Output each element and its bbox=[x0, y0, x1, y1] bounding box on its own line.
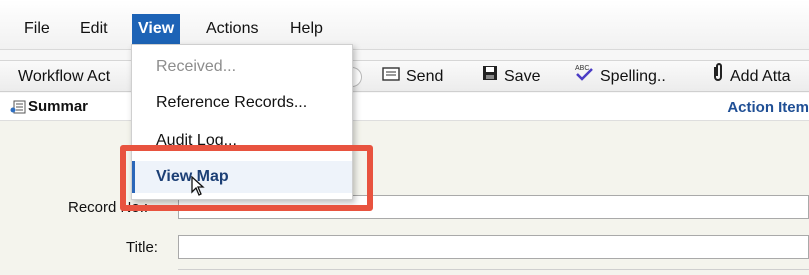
title-label: Title: bbox=[126, 239, 158, 256]
svg-text:ABC: ABC bbox=[575, 65, 589, 72]
menu-file[interactable]: File bbox=[18, 14, 56, 44]
add-attachment-label: Add Atta bbox=[730, 68, 791, 86]
save-icon bbox=[482, 61, 498, 93]
summary-header: Summar Action Item bbox=[0, 93, 809, 121]
send-button[interactable]: Send bbox=[382, 61, 443, 93]
action-items-link[interactable]: Action Item bbox=[727, 99, 809, 116]
menu-help[interactable]: Help bbox=[284, 14, 329, 44]
send-icon bbox=[382, 61, 400, 93]
title-input[interactable] bbox=[178, 235, 809, 259]
add-attachment-button[interactable]: Add Atta bbox=[712, 61, 791, 93]
menu-view[interactable]: View bbox=[132, 14, 181, 44]
menu-bar: File Edit View Actions Help bbox=[0, 0, 809, 50]
mouse-cursor-icon bbox=[191, 175, 205, 201]
paperclip-icon bbox=[712, 61, 724, 93]
send-label: Send bbox=[406, 68, 444, 86]
highlight-box bbox=[120, 145, 373, 211]
spelling-button[interactable]: ABC Spelling.. bbox=[574, 61, 666, 93]
toolbar: Workflow Act Send Save ABC Spelling.. Ad… bbox=[0, 60, 809, 92]
menu-item-reference-records[interactable]: Reference Records... bbox=[132, 87, 352, 119]
summary-title: Summar bbox=[28, 98, 89, 115]
summary-icon bbox=[10, 100, 26, 119]
save-button[interactable]: Save bbox=[482, 61, 540, 93]
spelling-label: Spelling.. bbox=[600, 68, 666, 86]
menu-edit[interactable]: Edit bbox=[74, 14, 114, 44]
menu-actions[interactable]: Actions bbox=[200, 14, 264, 44]
workflow-actions-label[interactable]: Workflow Act bbox=[18, 61, 110, 93]
menu-item-received[interactable]: Received... bbox=[132, 51, 352, 83]
save-label: Save bbox=[504, 68, 541, 86]
form-divider bbox=[178, 269, 809, 270]
spell-check-icon: ABC bbox=[574, 61, 594, 93]
